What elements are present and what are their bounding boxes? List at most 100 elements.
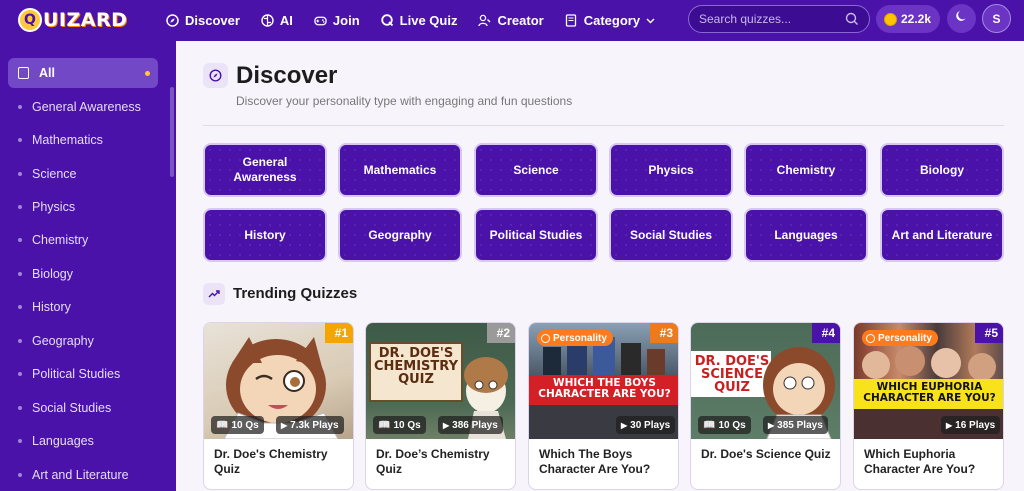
personality-label: Personality	[878, 332, 932, 344]
category-languages[interactable]: Languages	[744, 208, 868, 262]
nav-join[interactable]: Join	[314, 13, 360, 28]
search-input[interactable]	[699, 12, 839, 26]
question-count-badge: 📖 10 Qs	[373, 416, 426, 434]
thumbnail-text: DR. DOE'S SCIENCE QUIZ	[694, 354, 770, 395]
sidebar-item-label: Mathematics	[32, 133, 103, 147]
sidebar-item-label: Science	[32, 167, 77, 181]
nav-ai-label: AI	[279, 13, 293, 28]
quizard-logo[interactable]: Q UIZARD	[18, 6, 127, 34]
sidebar-item-label: Political Studies	[32, 367, 121, 381]
book-icon: 📖	[703, 419, 716, 431]
quiz-card[interactable]: DR. DOE'S CHEMISTRY QUIZ #2 📖 10 Qs ▶ 38…	[365, 322, 516, 490]
main-nav: Discover AI Join Live Quiz Creator Categ…	[166, 0, 676, 41]
bullet-icon	[18, 205, 22, 209]
nav-live-quiz-label: Live Quiz	[399, 13, 458, 28]
play-icon: ▶	[281, 420, 288, 430]
gamepad-icon	[314, 14, 327, 27]
category-science[interactable]: Science	[474, 143, 598, 197]
category-history[interactable]: History	[203, 208, 327, 262]
nav-live-quiz[interactable]: Live Quiz	[380, 13, 458, 28]
nav-creator-label: Creator	[497, 13, 544, 28]
rank-badge: #2	[487, 323, 515, 343]
sidebar-item-label: History	[32, 300, 71, 314]
category-biology[interactable]: Biology	[880, 143, 1004, 197]
sidebar-item-label: Biology	[32, 267, 73, 281]
compass-icon	[203, 63, 228, 88]
sidebar-item-general-awareness[interactable]: General Awareness	[8, 92, 158, 122]
category-art-and-literature[interactable]: Art and Literature	[880, 208, 1004, 262]
sidebar-item-label: All	[39, 66, 55, 80]
sidebar-item-history[interactable]: History	[8, 292, 158, 322]
bullet-icon	[18, 372, 22, 376]
play-count: 7.3k Plays	[290, 419, 339, 431]
sidebar-item-all[interactable]: All	[8, 58, 158, 88]
moon-icon	[955, 9, 969, 28]
play-icon: ▶	[443, 420, 450, 430]
quiz-card[interactable]: #1 📖 10 Qs ▶ 7.3k Plays Dr. Doe's Chemis…	[203, 322, 354, 490]
bullet-icon	[18, 339, 22, 343]
page-subtitle: Discover your personality type with enga…	[236, 94, 573, 108]
active-indicator	[145, 70, 150, 76]
sidebar-item-label: Art and Literature	[32, 468, 129, 482]
theme-toggle-button[interactable]	[947, 4, 976, 33]
category-mathematics[interactable]: Mathematics	[338, 143, 462, 197]
rank-badge: #3	[650, 323, 678, 343]
personality-label: Personality	[553, 332, 607, 344]
nav-creator[interactable]: Creator	[478, 13, 544, 28]
sidebar-item-geography[interactable]: Geography	[8, 326, 158, 356]
compass-icon	[166, 14, 179, 27]
category-geography[interactable]: Geography	[338, 208, 462, 262]
quiz-card[interactable]: DR. DOE'S SCIENCE QUIZ #4 📖 10 Qs ▶ 385 …	[690, 322, 841, 490]
bullet-icon	[18, 406, 22, 410]
quiz-card[interactable]: WHICH THE BOYS CHARACTER ARE YOU? Person…	[528, 322, 679, 490]
category-chemistry[interactable]: Chemistry	[744, 143, 868, 197]
search-icon[interactable]	[845, 12, 859, 26]
sidebar-item-label: Social Studies	[32, 401, 112, 415]
sidebar-item-mathematics[interactable]: Mathematics	[8, 125, 158, 155]
nav-discover-label: Discover	[185, 13, 240, 28]
bullet-icon	[18, 238, 22, 242]
sidebar-item-physics[interactable]: Physics	[8, 192, 158, 222]
sidebar-item-label: Languages	[32, 434, 94, 448]
category-general-awareness[interactable]: General Awareness	[203, 143, 327, 197]
sidebar-item-science[interactable]: Science	[8, 159, 158, 189]
sidebar-item-political-studies[interactable]: Political Studies	[8, 359, 158, 389]
live-quiz-icon	[380, 14, 394, 27]
sidebar-item-label: Geography	[32, 334, 94, 348]
sidebar-item-label: Physics	[32, 200, 76, 214]
user-avatar[interactable]: S	[982, 4, 1011, 33]
top-navigation-bar: Q UIZARD Discover AI Join Live Quiz Crea…	[0, 0, 1024, 41]
play-icon: ▶	[768, 420, 775, 430]
sidebar-scrollbar[interactable]	[170, 87, 174, 177]
logo-mark: Q	[18, 8, 42, 32]
nav-category-label: Category	[583, 13, 641, 28]
bullet-icon	[18, 439, 22, 443]
quiz-card[interactable]: WHICH EUPHORIA CHARACTER ARE YOU? Person…	[853, 322, 1004, 490]
coin-balance[interactable]: 22.2k	[876, 5, 940, 33]
sidebar-item-social-studies[interactable]: Social Studies	[8, 393, 158, 423]
thumbnail-text: WHICH THE BOYS CHARACTER ARE YOU?	[538, 377, 671, 400]
rank-badge: #5	[975, 323, 1003, 343]
nav-discover[interactable]: Discover	[166, 13, 240, 28]
play-count-badge: ▶ 385 Plays	[763, 416, 828, 434]
category-political-studies[interactable]: Political Studies	[474, 208, 598, 262]
sidebar-item-art-and-literature[interactable]: Art and Literature	[8, 460, 158, 490]
nav-category-dropdown[interactable]: Category	[565, 13, 655, 28]
personality-badge: Personality	[862, 330, 938, 346]
personality-icon	[541, 333, 550, 343]
sidebar-item-languages[interactable]: Languages	[8, 426, 158, 456]
sidebar-item-biology[interactable]: Biology	[8, 259, 158, 289]
quiz-title: Which Euphoria Character Are You?	[864, 447, 976, 476]
rank-badge: #1	[325, 323, 353, 343]
category-social-studies[interactable]: Social Studies	[609, 208, 733, 262]
bullet-icon	[18, 138, 22, 142]
book-icon	[565, 14, 578, 27]
quiz-title: Dr. Doe’s Chemistry Quiz	[376, 447, 490, 476]
sidebar-item-chemistry[interactable]: Chemistry	[8, 225, 158, 255]
nav-ai[interactable]: AI	[261, 13, 293, 28]
book-icon: 📖	[378, 419, 391, 431]
question-count-badge: 📖 10 Qs	[211, 416, 264, 434]
play-count-badge: ▶ 386 Plays	[438, 416, 503, 434]
category-physics[interactable]: Physics	[609, 143, 733, 197]
bullet-icon	[18, 473, 22, 477]
